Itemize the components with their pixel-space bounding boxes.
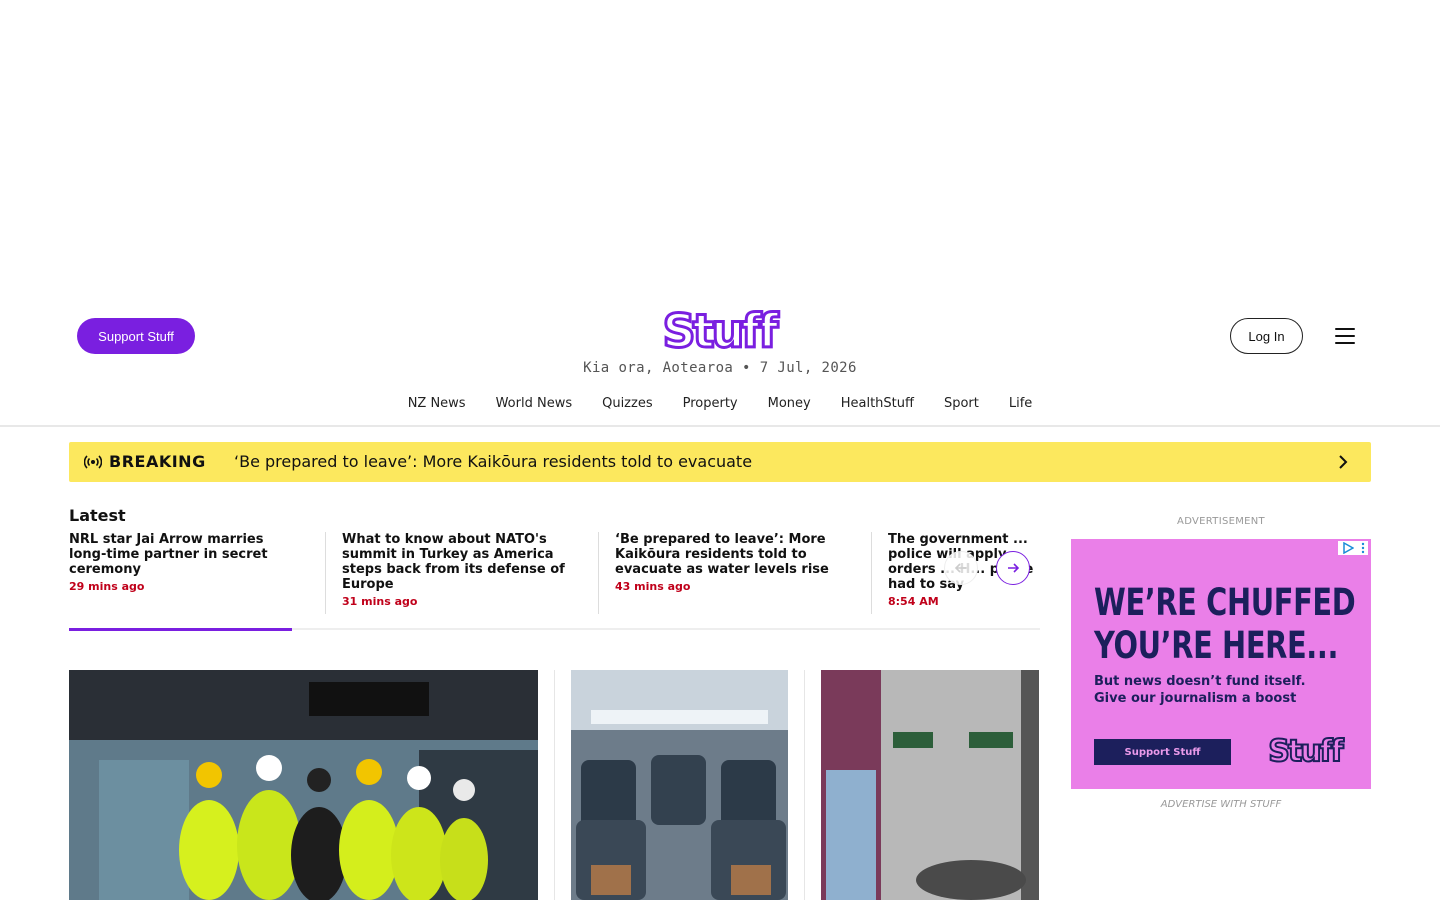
breaking-headline[interactable]: ‘Be prepared to leave’: More Kaikōura re… — [234, 452, 752, 471]
latest-item[interactable]: NRL star Jai Arrow marries long-time par… — [69, 532, 289, 614]
divider — [871, 532, 872, 614]
nav-item-life[interactable]: Life — [1009, 396, 1032, 411]
divider — [598, 532, 599, 614]
advert-subtext: But news doesn’t fund itself. Give our j… — [1094, 673, 1306, 707]
carousel-prev-button[interactable] — [944, 551, 978, 585]
latest-item-time: 43 mins ago — [615, 580, 691, 593]
advert-headline: WE’RE CHUFFED YOU’RE HERE... — [1094, 581, 1356, 667]
nav-item-property[interactable]: Property — [683, 396, 738, 411]
support-stuff-button[interactable]: Support Stuff — [77, 318, 195, 354]
advert-logo-text: Stuff — [1268, 734, 1344, 767]
latest-item[interactable]: ‘Be prepared to leave’: More Kaikōura re… — [615, 532, 845, 614]
advert-headline-line-2: YOU’RE HERE... — [1094, 624, 1339, 667]
login-button[interactable]: Log In — [1230, 318, 1303, 354]
hamburger-icon[interactable] — [1333, 326, 1357, 346]
chevron-right-icon[interactable] — [1335, 454, 1351, 470]
site-header: Support Stuff Stuff Kia ora, Aotearoa • … — [0, 290, 1440, 427]
latest-item-time: 8:54 AM — [888, 595, 939, 608]
nav-item-money[interactable]: Money — [768, 396, 811, 411]
advert-headline-line-1: WE’RE CHUFFED — [1094, 581, 1356, 624]
divider — [554, 670, 555, 900]
divider — [325, 532, 326, 614]
advert-stuff-logo: Stuff — [1267, 733, 1347, 767]
carousel-progress — [69, 628, 1040, 631]
latest-item[interactable]: What to know about NATO's summit in Turk… — [342, 532, 577, 614]
carousel-next-button[interactable] — [996, 551, 1030, 585]
story-image-fire-crew[interactable] — [69, 670, 538, 900]
breaking-news-banner[interactable]: BREAKING ‘Be prepared to leave’: More Ka… — [69, 442, 1371, 482]
top-ad-space — [0, 0, 1440, 290]
nav-item-quizzes[interactable]: Quizzes — [602, 396, 653, 411]
photo — [69, 670, 538, 900]
latest-heading: Latest — [69, 506, 126, 525]
greeting-date: Kia ora, Aotearoa • 7 Jul, 2026 — [583, 360, 857, 376]
nav-item-healthstuff[interactable]: HealthStuff — [841, 396, 914, 411]
arrow-right-icon — [1008, 563, 1020, 573]
arrow-left-icon — [954, 563, 966, 573]
advertisement-label: ADVERTISEMENT — [1177, 516, 1265, 527]
stuff-logo-mark: Stuff — [661, 303, 784, 360]
breaking-label: BREAKING — [109, 452, 206, 471]
advert-cta-button[interactable]: Support Stuff — [1094, 739, 1231, 765]
story-image-plane-cabin[interactable] — [571, 670, 788, 900]
photo — [821, 670, 1039, 900]
advertise-with-stuff-link[interactable]: ADVERTISE WITH STUFF — [1071, 799, 1371, 810]
latest-item-time: 31 mins ago — [342, 595, 418, 608]
advert-subtext-line-1: But news doesn’t fund itself. — [1094, 674, 1306, 689]
divider — [804, 670, 805, 900]
nav-item-nz-news[interactable]: NZ News — [408, 396, 466, 411]
stuff-logo[interactable]: Stuff — [656, 303, 784, 360]
latest-item-title[interactable]: What to know about NATO's summit in Turk… — [342, 532, 577, 592]
main-nav: NZ News World News Quizzes Property Mone… — [0, 396, 1440, 411]
nav-item-world-news[interactable]: World News — [496, 396, 573, 411]
adchoices-icon[interactable] — [1338, 541, 1368, 555]
latest-item-title[interactable]: NRL star Jai Arrow marries long-time par… — [69, 532, 289, 577]
latest-carousel: NRL star Jai Arrow marries long-time par… — [69, 532, 1040, 616]
more-vertical-icon — [1361, 542, 1364, 554]
latest-item-time: 29 mins ago — [69, 580, 145, 593]
nav-item-sport[interactable]: Sport — [944, 396, 979, 411]
photo — [571, 670, 788, 900]
logo-text: Stuff — [663, 304, 780, 356]
play-triangle-icon — [1342, 542, 1354, 554]
carousel-progress-fill — [69, 628, 293, 631]
broadcast-icon — [84, 455, 102, 469]
latest-item-title[interactable]: ‘Be prepared to leave’: More Kaikōura re… — [615, 532, 845, 577]
advert-subtext-line-2: Give our journalism a boost — [1094, 691, 1297, 706]
side-advert[interactable]: WE’RE CHUFFED YOU’RE HERE... But news do… — [1071, 539, 1371, 789]
story-image-doorway[interactable] — [821, 670, 1039, 900]
